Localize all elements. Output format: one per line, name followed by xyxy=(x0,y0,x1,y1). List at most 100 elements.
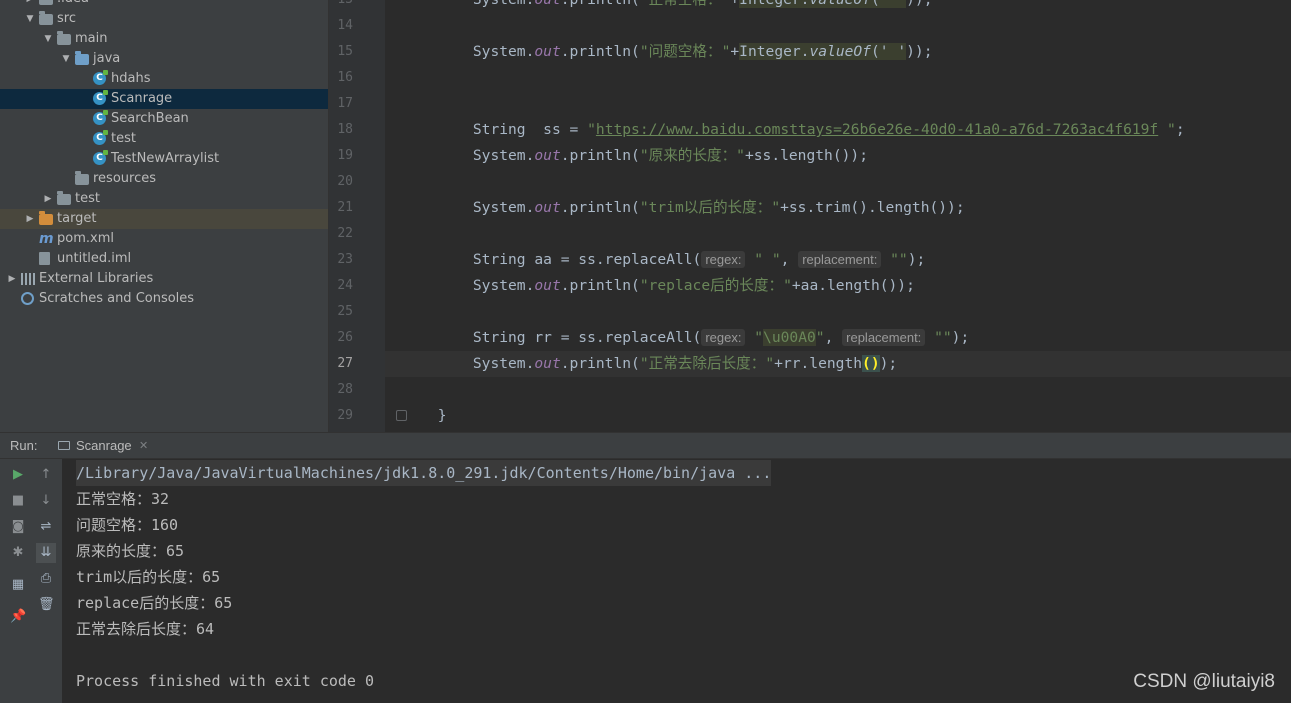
tree-item[interactable]: C TestNewArraylist xyxy=(0,149,328,169)
tree-item-label: java xyxy=(93,51,121,66)
code-token: ); xyxy=(951,329,970,346)
code-token: + xyxy=(730,43,740,60)
line-number: 26 xyxy=(337,330,353,345)
chevron-right-icon[interactable]: ▶ xyxy=(24,0,36,9)
tree-item[interactable]: C SearchBean xyxy=(0,109,328,129)
scroll-down-icon[interactable]: ↓ xyxy=(38,493,54,509)
tree-item-label: Scratches and Consoles xyxy=(39,291,195,306)
string-literal: "问题空格：" xyxy=(639,43,731,60)
run-console[interactable]: /Library/Java/JavaVirtualMachines/jdk1.8… xyxy=(62,459,1291,703)
highlighted-code: valueOf xyxy=(809,0,871,8)
console-output-line: 问题空格：160 xyxy=(76,516,179,534)
tree-item[interactable]: ▶ External Libraries xyxy=(0,269,328,289)
code-token: System. xyxy=(473,0,535,8)
java-class-icon: C xyxy=(93,90,108,106)
code-line[interactable]: System.out.println("问题空格："+Integer.value… xyxy=(385,39,933,65)
tree-item[interactable]: ▼ java xyxy=(0,49,328,69)
parameter-hint: regex: xyxy=(701,251,746,268)
code-line[interactable] xyxy=(385,169,473,195)
tree-item-label: hdahs xyxy=(111,71,151,86)
fold-marker-icon[interactable] xyxy=(396,410,407,421)
chevron-down-icon[interactable]: ▼ xyxy=(24,9,36,29)
code-token: +ss.trim().length()); xyxy=(780,199,965,216)
line-number: 27 xyxy=(337,356,353,371)
tree-item[interactable]: C Scanrage xyxy=(0,89,328,109)
scroll-up-icon[interactable]: ↑ xyxy=(38,467,54,483)
watermark: CSDN @liutaiyi8 xyxy=(1133,671,1275,692)
tree-item[interactable]: untitled.iml xyxy=(0,249,328,269)
tree-item[interactable]: ▼ main xyxy=(0,29,328,49)
tree-item[interactable]: Scratches and Consoles xyxy=(0,289,328,309)
url-literal: https://www.baidu.comsttays=26b6e26e-40d… xyxy=(595,121,1159,138)
chevron-down-icon[interactable]: ▼ xyxy=(42,29,54,49)
code-line[interactable] xyxy=(385,299,473,325)
code-token: System. xyxy=(472,147,535,164)
string-literal: " xyxy=(745,329,764,346)
string-literal: "正常去除后长度：" xyxy=(639,355,775,372)
code-line[interactable]: System.out.println("原来的长度："+ss.length())… xyxy=(385,143,868,169)
run-tab-scanrage[interactable]: Scanrage xyxy=(76,433,132,459)
highlighted-code: Integer. xyxy=(739,43,810,60)
code-line[interactable]: } xyxy=(385,403,447,429)
code-token: )); xyxy=(906,0,932,8)
code-line[interactable] xyxy=(385,65,473,91)
code-line[interactable] xyxy=(385,377,473,403)
static-field: out xyxy=(534,147,561,164)
tree-item[interactable]: Ctest xyxy=(0,129,328,149)
code-line[interactable]: System.out.println("trim以后的长度："+ss.trim(… xyxy=(385,195,965,221)
line-number: 25 xyxy=(337,304,353,319)
code-token: System. xyxy=(472,43,535,60)
chevron-right-icon[interactable]: ▶ xyxy=(42,189,54,209)
line-number: 24 xyxy=(337,278,353,293)
iml-file-icon xyxy=(39,252,53,266)
trash-icon[interactable]: 🗑 xyxy=(38,597,55,613)
chevron-right-icon[interactable]: ▶ xyxy=(24,209,36,229)
static-field: out xyxy=(534,355,561,372)
code-token: ); xyxy=(879,355,898,372)
code-line[interactable]: System.out.println("replace后的长度："+aa.len… xyxy=(385,273,915,299)
run-toolbar: ▶ ↑ ■ ↓ ◙ ⇌ ✱ ⇊ ▦ ⎙ 🗑 📌 xyxy=(0,459,62,703)
code-line[interactable] xyxy=(385,13,473,39)
highlighted-code: (' ' xyxy=(870,43,907,60)
code-line[interactable]: String rr = ss.replaceAll(regex: "\u00A0… xyxy=(385,325,969,351)
camera-icon[interactable]: ◙ xyxy=(10,519,26,535)
line-number: 16 xyxy=(337,70,353,85)
tree-item[interactable]: resources xyxy=(0,169,328,189)
code-token: ); xyxy=(907,251,926,268)
tree-item[interactable]: ▼ src xyxy=(0,9,328,29)
code-token: +aa.length()); xyxy=(791,277,915,294)
java-class-icon: C xyxy=(93,130,108,146)
code-token: +ss.length()); xyxy=(744,147,868,164)
close-tab-icon[interactable]: ✕ xyxy=(139,433,148,459)
code-editor[interactable]: System.out.println("正常空格："+Integer.value… xyxy=(385,0,1291,432)
tree-item[interactable]: ▶ target xyxy=(0,209,328,229)
tree-item[interactable]: Chdahs xyxy=(0,69,328,89)
chevron-right-icon[interactable]: ▶ xyxy=(6,269,18,289)
soft-wrap-icon[interactable]: ⇌ xyxy=(38,519,54,535)
code-token: System. xyxy=(472,355,535,372)
code-line[interactable] xyxy=(385,221,473,247)
scroll-to-end-icon[interactable]: ⇊ xyxy=(36,543,56,563)
code-line[interactable] xyxy=(385,91,473,117)
print-icon[interactable]: ⎙ xyxy=(38,571,54,587)
code-line[interactable]: System.out.println("正常空格："+Integer.value… xyxy=(385,0,933,13)
tree-item[interactable]: ▶ test xyxy=(0,189,328,209)
source-folder-icon xyxy=(75,51,89,66)
console-command-line: /Library/Java/JavaVirtualMachines/jdk1.8… xyxy=(76,460,772,486)
code-line[interactable]: String ss = "https://www.baidu.comsttays… xyxy=(385,117,1185,143)
layout-icon[interactable]: ▦ xyxy=(10,577,26,593)
stop-icon[interactable]: ■ xyxy=(10,493,26,509)
pin-icon[interactable]: 📌 xyxy=(10,609,26,625)
console-output-line: trim以后的长度：65 xyxy=(76,568,221,586)
code-token: ; xyxy=(1175,121,1185,138)
run-panel-header: Run: Scanrage ✕ xyxy=(0,432,1291,459)
tree-item[interactable]: ▶ .idea xyxy=(0,0,328,9)
libraries-icon xyxy=(21,272,35,286)
highlighted-code: \u00A0 xyxy=(763,329,816,346)
tree-item[interactable]: m pom.xml xyxy=(0,229,328,249)
code-line[interactable]: String aa = ss.replaceAll(regex: " ", re… xyxy=(385,247,925,273)
rerun-icon[interactable]: ▶ xyxy=(10,467,26,483)
debug-icon[interactable]: ✱ xyxy=(10,545,26,561)
code-line[interactable]: System.out.println("正常去除后长度："+rr.length(… xyxy=(385,351,1291,377)
chevron-down-icon[interactable]: ▼ xyxy=(60,49,72,69)
